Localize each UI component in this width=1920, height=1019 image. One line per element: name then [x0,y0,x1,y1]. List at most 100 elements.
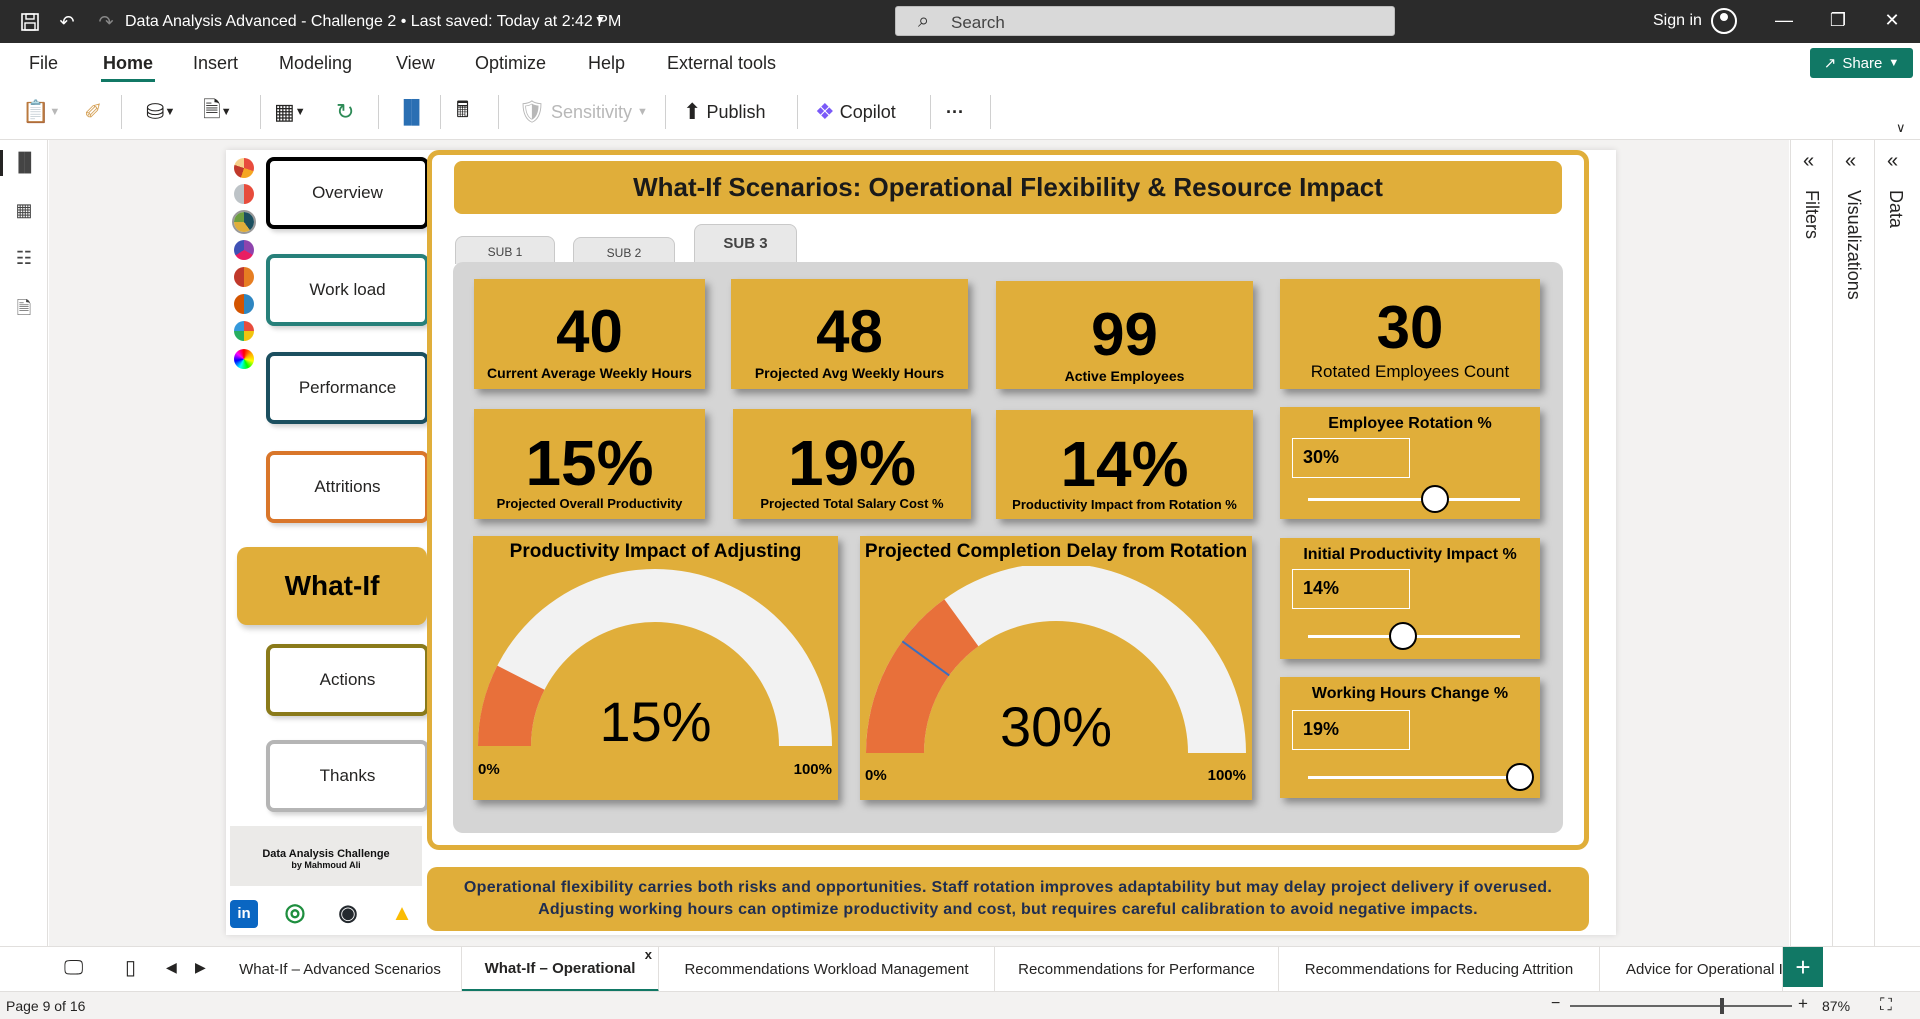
add-page-button[interactable]: + [1783,947,1823,987]
get-data-button[interactable]: ⛁ ▼ [146,97,175,127]
transform-data-button[interactable]: ▦ ▼ [274,97,306,127]
theme-dot-icon[interactable] [234,184,254,204]
model-view-icon[interactable]: ☷ [12,248,36,272]
kpi-card: 48 Projected Avg Weekly Hours [731,279,968,389]
desktop-layout-icon[interactable]: 🖵 [64,957,83,980]
copilot-button[interactable]: ❖ Copilot [815,97,896,127]
zoom-slider-handle[interactable] [1720,998,1724,1014]
nav-workload-button[interactable]: Work load [266,254,429,326]
previous-page-icon[interactable]: ◀ [166,959,177,976]
zoom-slider[interactable] [1570,1005,1792,1007]
kpi-card: 14% Productivity Impact from Rotation % [996,410,1253,519]
page-tab[interactable]: Recommendations for Performance [995,947,1279,992]
google-drive-icon[interactable]: ▲ [388,900,416,928]
recent-sources-button[interactable]: 🗎 ▼ [203,97,232,127]
menu-insert[interactable]: Insert [193,53,238,74]
page-tab[interactable]: Recommendations for Reducing Attrition [1279,947,1600,992]
visualizations-pane-collapsed[interactable]: « Visualizations [1832,140,1874,946]
slider-track[interactable] [1308,776,1520,779]
nav-thanks-button[interactable]: Thanks [266,740,429,812]
more-options-button[interactable]: ··· [946,97,964,127]
data-pane-label[interactable]: Data [1885,190,1906,228]
close-tab-icon[interactable]: x [645,947,652,962]
employee-rotation-slider-handle[interactable] [1421,485,1450,513]
tab-sub-3[interactable]: SUB 3 [694,224,797,264]
initial-productivity-slider-handle[interactable] [1389,622,1418,650]
title-dropdown-icon[interactable]: ▼ [588,8,612,32]
menu-help[interactable]: Help [588,53,625,74]
tab-sub-1[interactable]: SUB 1 [455,236,555,264]
menu-optimize[interactable]: Optimize [475,53,546,74]
theme-dot-icon[interactable] [234,158,254,178]
filters-pane-collapsed[interactable]: « Filters [1790,140,1832,946]
zoom-level: 87% [1822,998,1851,1014]
data-pane-collapsed[interactable]: « Data [1874,140,1916,946]
nav-overview-button[interactable]: Overview [266,157,429,229]
expand-pane-icon[interactable]: « [1887,150,1898,173]
menu-file[interactable]: File [29,53,58,74]
chevron-down-icon: ▼ [1888,57,1900,69]
theme-dot-icon[interactable] [234,294,254,314]
sign-in-link[interactable]: Sign in [1653,12,1702,30]
undo-icon[interactable]: ↶ [55,10,79,34]
page-tab-label: What-If – Operational [484,959,636,977]
visualizations-pane-label[interactable]: Visualizations [1843,190,1864,300]
format-painter-button[interactable]: ✐ [84,97,102,127]
linkedin-icon[interactable]: in [230,900,258,928]
menu-view[interactable]: View [396,53,435,74]
tab-sub-2[interactable]: SUB 2 [573,237,675,264]
zoom-out-icon[interactable]: − [1551,995,1560,1013]
menu-modeling[interactable]: Modeling [279,53,352,74]
completion-delay-gauge-card: Projected Completion Delay from Rotation… [860,536,1252,800]
nav-what-if-button[interactable]: What-If [237,547,427,625]
page-tab[interactable]: Advice for Operational I [1600,947,1783,992]
page-tab-active[interactable]: What-If – Operational x [462,947,659,992]
report-view-icon[interactable]: ▐▌ [12,152,38,176]
working-hours-value-input[interactable]: 19% [1292,710,1410,750]
initial-productivity-value-input[interactable]: 14% [1292,569,1410,609]
sensitivity-button: 🛡 Sensitivity ▼ [518,99,648,124]
nav-performance-button[interactable]: Performance [266,352,429,424]
publish-button[interactable]: ⬆ Publish [683,97,766,127]
save-icon[interactable] [18,10,42,34]
close-window-icon[interactable]: ✕ [1880,10,1904,34]
theme-dot-icon[interactable] [234,349,254,369]
restore-icon[interactable]: ❐ [1826,10,1850,34]
page-tab[interactable]: What-If – Advanced Scenarios [219,947,462,992]
theme-dot-icon[interactable] [234,240,254,260]
collapse-ribbon-icon[interactable]: ∨ [1896,113,1906,143]
credit-card: Data Analysis Challenge by Mahmoud Ali [230,826,422,886]
zoom-in-icon[interactable]: + [1798,994,1808,1014]
employee-rotation-value-input[interactable]: 30% [1292,438,1410,478]
theme-dot-icon[interactable] [234,321,254,341]
kpi-label: Current Average Weekly Hours [487,365,692,381]
search-input[interactable]: ⌕ Search [895,6,1395,36]
slider-track[interactable] [1308,498,1520,501]
new-measure-button[interactable]: 🖩 [456,97,469,127]
dax-query-icon[interactable]: 🗎 [12,296,36,320]
account-avatar-icon[interactable] [1711,8,1737,34]
page-tab[interactable]: Recommendations Workload Management [659,947,995,992]
theme-dot-icon[interactable] [234,267,254,287]
fit-to-page-icon[interactable]: ⛶ [1880,995,1892,1015]
expand-pane-icon[interactable]: « [1845,150,1856,173]
menu-home[interactable]: Home [103,53,153,74]
github-icon[interactable]: ◉ [334,900,362,928]
kpi-value: 14% [1060,428,1189,500]
next-page-icon[interactable]: ▶ [195,959,206,976]
expand-pane-icon[interactable]: « [1803,150,1814,173]
table-view-icon[interactable]: ▦ [12,200,36,224]
globe-icon[interactable]: ◎ [281,900,309,928]
minimize-icon[interactable]: — [1772,10,1796,34]
mobile-layout-icon[interactable]: ▯ [125,955,136,980]
menu-external-tools[interactable]: External tools [667,53,776,74]
theme-dot-icon[interactable] [232,210,256,234]
nav-attritions-button[interactable]: Attritions [266,451,429,523]
nav-actions-button[interactable]: Actions [266,644,429,716]
insight-line-1: Operational flexibility carries both ris… [463,879,1553,896]
share-button[interactable]: ↗ Share ▼ [1810,48,1913,78]
working-hours-slider-handle[interactable] [1506,763,1534,791]
new-visual-button[interactable]: ▐▌ [396,97,427,127]
refresh-button[interactable]: ↻ [336,97,354,127]
filters-pane-label[interactable]: Filters [1801,190,1822,239]
